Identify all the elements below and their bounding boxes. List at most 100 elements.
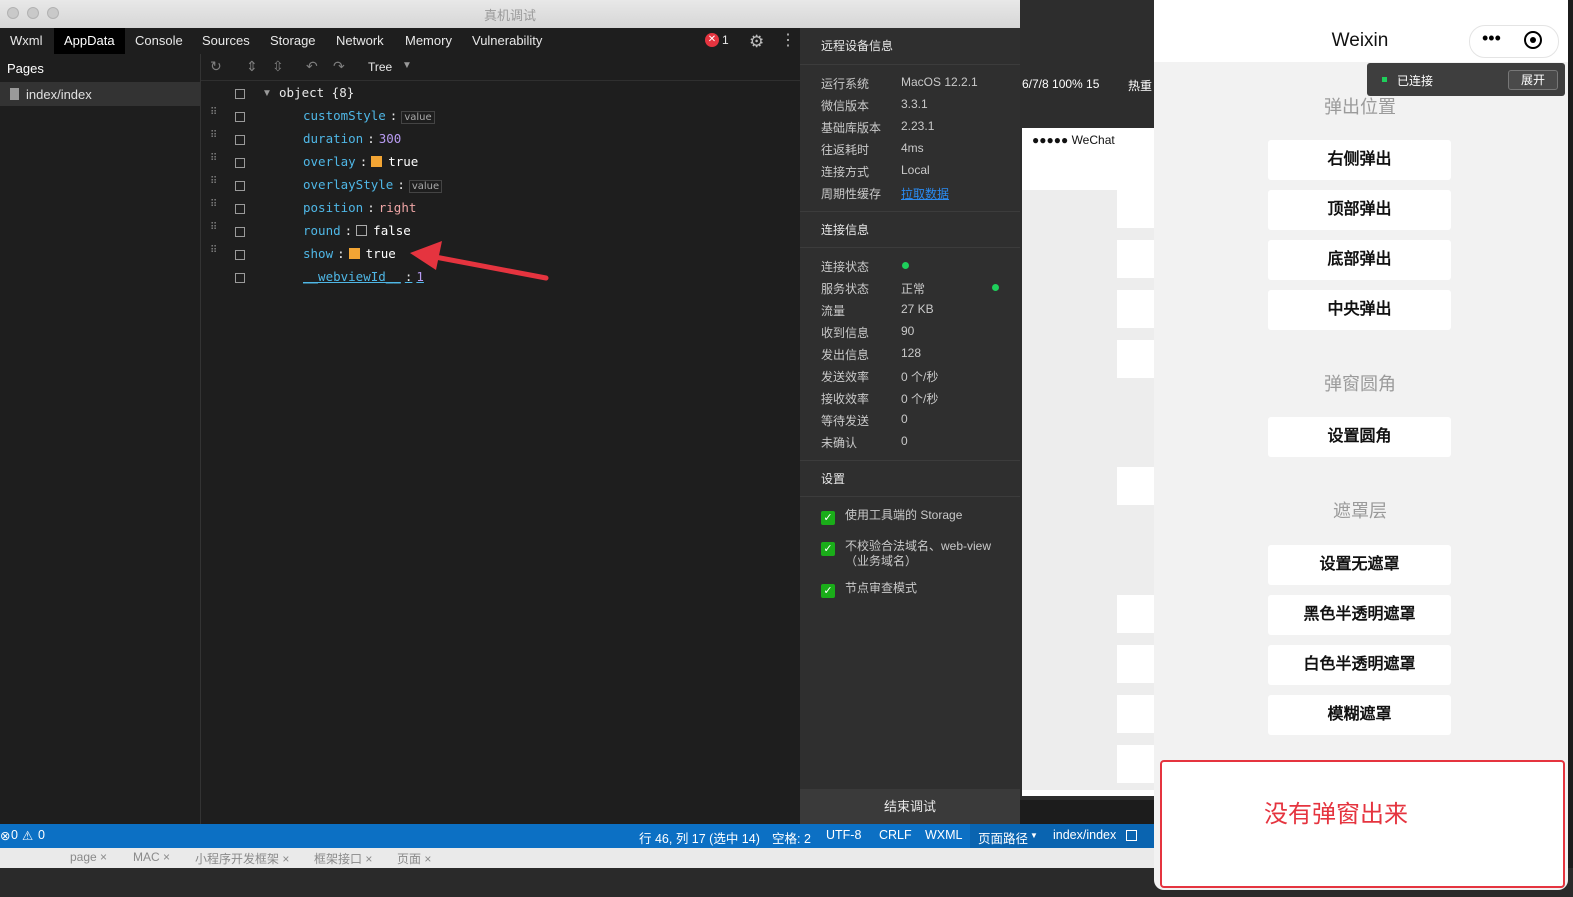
page-path-label[interactable]: 页面路径 — [978, 828, 1028, 847]
row-value[interactable]: value — [401, 111, 435, 124]
undo-icon[interactable]: ↶ — [306, 58, 318, 75]
view-mode-select[interactable]: Tree — [368, 60, 392, 74]
row-value: true — [388, 154, 419, 169]
info-value: 0 — [901, 412, 908, 426]
popup-center-button[interactable]: 中央弹出 — [1268, 290, 1451, 330]
popup-right-button[interactable]: 右侧弹出 — [1268, 140, 1451, 180]
indent-spaces[interactable]: 空格: 2 — [772, 828, 811, 847]
drag-handle-icon[interactable]: ⠿ — [210, 177, 220, 187]
info-value: MacOS 12.2.1 — [901, 75, 978, 89]
set-round-button[interactable]: 设置圆角 — [1268, 417, 1451, 457]
drag-handle-icon[interactable]: ⠿ — [210, 108, 220, 118]
expand-triangle-icon[interactable]: ▼ — [262, 88, 272, 99]
drag-handle-icon[interactable]: ⠿ — [210, 154, 220, 164]
checkbox-checked[interactable] — [371, 156, 383, 167]
settings-checkbox-domain[interactable]: ✓ — [821, 542, 835, 556]
info-key: 服务状态 — [821, 282, 870, 296]
checkbox-checked[interactable] — [348, 248, 360, 259]
row-select-box[interactable] — [235, 158, 245, 168]
refresh-icon[interactable]: ↻ — [210, 58, 222, 75]
tab-sources[interactable]: Sources — [192, 28, 260, 54]
bottom-tab[interactable]: page × — [70, 850, 107, 864]
row-value[interactable]: value — [408, 180, 443, 193]
section-title-remote: 远程设备信息 — [821, 39, 894, 53]
more-dots-icon[interactable]: ••• — [1482, 28, 1501, 49]
page-path-value[interactable]: index/index — [1053, 828, 1116, 842]
settings-checkbox-inspect[interactable]: ✓ — [821, 584, 835, 598]
bottom-tab-bar — [0, 848, 1160, 868]
tab-network[interactable]: Network — [326, 28, 394, 54]
behind-hot-reload-label[interactable]: 热重 — [1128, 77, 1152, 94]
info-key: 流量 — [821, 304, 846, 318]
no-overlay-button[interactable]: 设置无遮罩 — [1268, 545, 1451, 585]
page-item-label[interactable]: index/index — [26, 87, 92, 102]
redo-icon[interactable]: ↷ — [333, 58, 345, 75]
cursor-position[interactable]: 行 46, 列 17 (选中 14) — [639, 828, 760, 847]
appdata-row[interactable]: position: right — [303, 200, 416, 215]
info-key: 微信版本 — [821, 99, 870, 113]
info-key: 发出信息 — [821, 348, 870, 362]
tab-console[interactable]: Console — [125, 28, 193, 54]
popup-top-button[interactable]: 顶部弹出 — [1268, 190, 1451, 230]
drag-handle-icon[interactable]: ⠿ — [210, 200, 220, 210]
bottom-tab[interactable]: 小程序开发框架 × — [195, 850, 289, 867]
appdata-row[interactable]: customStyle: value — [303, 108, 435, 124]
bottom-tab[interactable]: 框架接口 × — [314, 850, 372, 867]
more-options-icon[interactable]: ⋮ — [780, 30, 796, 50]
behind-button — [1117, 745, 1157, 783]
info-key: 接收效率 — [821, 392, 870, 406]
popup-bottom-button[interactable]: 底部弹出 — [1268, 240, 1451, 280]
tab-storage[interactable]: Storage — [260, 28, 326, 54]
drag-handle-icon[interactable]: ⠿ — [210, 246, 220, 256]
error-icon[interactable]: ✕ — [705, 33, 719, 47]
settings-checkbox-storage[interactable]: ✓ — [821, 511, 835, 525]
info-key: 周期性缓存 — [821, 187, 882, 201]
expand-all-icon[interactable]: ⇳ — [272, 58, 284, 75]
appdata-row[interactable]: overlayStyle: value — [303, 177, 443, 193]
end-debug-button[interactable]: 结束调试 — [800, 789, 1020, 824]
warning-icon[interactable]: ⚠ — [22, 828, 33, 843]
appdata-row[interactable]: show: true — [303, 246, 396, 261]
divider — [800, 247, 1020, 248]
row-value[interactable]: 300 — [379, 131, 402, 146]
blur-overlay-button[interactable]: 模糊遮罩 — [1268, 695, 1451, 735]
appdata-row[interactable]: round: false — [303, 223, 411, 238]
line-ending[interactable]: CRLF — [879, 828, 912, 842]
checkbox-unchecked[interactable] — [356, 225, 368, 236]
problems-error-icon[interactable]: ⊗ — [0, 828, 10, 843]
tab-vulnerability[interactable]: Vulnerability — [462, 28, 552, 54]
row-select-box[interactable] — [235, 204, 245, 214]
appdata-row[interactable]: overlay: true — [303, 154, 418, 169]
language-mode[interactable]: WXML — [925, 828, 963, 842]
bottom-tab[interactable]: MAC × — [133, 850, 170, 864]
row-select-box[interactable] — [235, 227, 245, 237]
behind-zoom-label[interactable]: 6/7/8 100% 15 — [1022, 77, 1099, 91]
row-select-box[interactable] — [235, 273, 245, 283]
problems-warning-count[interactable]: 0 — [38, 828, 45, 842]
tab-memory[interactable]: Memory — [395, 28, 462, 54]
gear-icon[interactable]: ⚙ — [749, 32, 764, 52]
row-value[interactable]: right — [379, 200, 417, 215]
chevron-down-icon[interactable]: ▼ — [402, 60, 412, 71]
tab-appdata[interactable]: AppData — [54, 28, 125, 54]
white-overlay-button[interactable]: 白色半透明遮罩 — [1268, 645, 1451, 685]
row-select-box[interactable] — [235, 112, 245, 122]
tab-wxml[interactable]: Wxml — [0, 28, 53, 54]
appdata-row[interactable]: duration:300 — [303, 131, 401, 146]
row-select-box[interactable] — [235, 135, 245, 145]
row-select-box[interactable] — [235, 181, 245, 191]
drag-handle-icon[interactable]: ⠿ — [210, 223, 220, 233]
chevron-down-icon[interactable]: ▼ — [1030, 831, 1038, 840]
row-select-box[interactable] — [235, 89, 245, 99]
error-count[interactable]: 1 — [722, 33, 729, 47]
problems-error-count[interactable]: 0 — [11, 828, 18, 842]
black-overlay-button[interactable]: 黑色半透明遮罩 — [1268, 595, 1451, 635]
bottom-tab[interactable]: 页面 × — [397, 850, 431, 867]
file-encoding[interactable]: UTF-8 — [826, 828, 861, 842]
row-select-box[interactable] — [235, 250, 245, 260]
copy-icon[interactable] — [1126, 830, 1137, 841]
drag-handle-icon[interactable]: ⠿ — [210, 131, 220, 141]
expand-button[interactable]: 展开 — [1508, 70, 1558, 90]
fetch-data-link[interactable]: 拉取数据 — [901, 185, 949, 202]
collapse-all-icon[interactable]: ⇕ — [246, 58, 258, 75]
